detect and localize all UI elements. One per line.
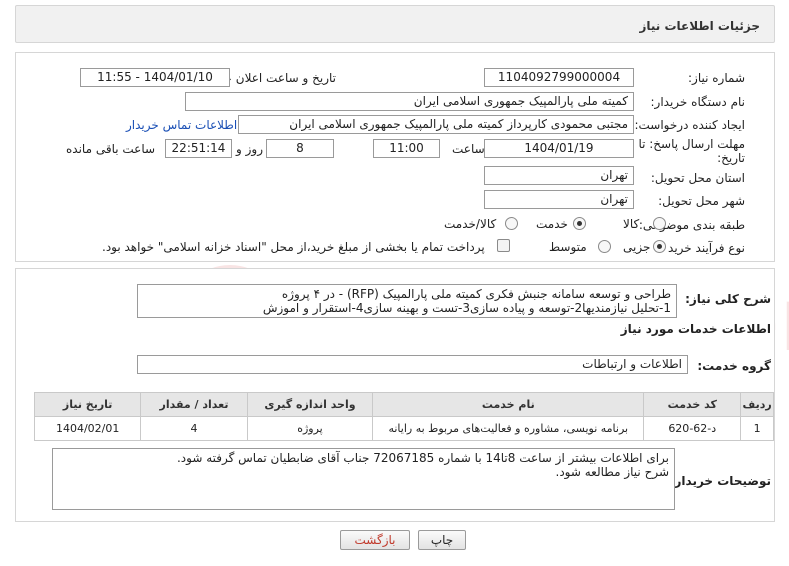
col-service-name: نام خدمت (372, 392, 645, 417)
cell-service-code: د-62-620 (643, 416, 742, 441)
summary-label: شرح کلی نیاز: (685, 292, 771, 306)
category-option-goods: کالا (623, 217, 640, 231)
days-label: روز و (236, 142, 263, 156)
col-need-date: تاریخ نیاز (33, 392, 142, 417)
remaining-label: ساعت باقی مانده (66, 142, 156, 156)
services-heading: اطلاعات خدمات مورد نیاز (620, 322, 771, 336)
col-quantity: تعداد / مقدار (140, 392, 248, 417)
treasury-payment-checkbox[interactable] (497, 239, 510, 252)
process-option-minor: جزیی (623, 240, 651, 254)
buyer-notes-line-1: برای اطلاعات بیشتر از ساعت 8تا14 با شمار… (176, 451, 669, 465)
city-label: شهر محل تحویل: (658, 194, 745, 208)
remaining-time-field: 22:51:14 (165, 139, 232, 158)
buyer-contact-link[interactable]: اطلاعات تماس خریدار (126, 118, 237, 132)
buyer-org-label: نام دستگاه خریدار: (650, 95, 746, 109)
buyer-notes-textarea: برای اطلاعات بیشتر از ساعت 8تا14 با شمار… (52, 448, 675, 510)
cell-unit: پروژه (246, 416, 374, 441)
cell-row-number: 1 (740, 416, 774, 441)
table-row: 1 د-62-620 برنامه نویسی، مشاوره و فعالیت… (33, 416, 774, 441)
need-number-field: 1104092799000004 (484, 68, 634, 87)
process-radio-medium[interactable] (598, 240, 611, 253)
page-title: جزئیات اطلاعات نیاز (639, 19, 760, 33)
buyer-notes-label: توضیحات خریدار: (669, 474, 771, 488)
summary-textarea: طراحی و توسعه سامانه جنبش فکری کمیته ملی… (137, 284, 677, 318)
cell-quantity: 4 (140, 416, 248, 441)
payment-note: پرداخت تمام یا بخشی از مبلغ خرید،از محل … (102, 240, 485, 254)
back-button[interactable]: بازگشت (340, 530, 410, 550)
col-unit: واحد اندازه گیری (246, 392, 374, 417)
process-option-medium: متوسط (549, 240, 587, 254)
deadline-date-field: 1404/01/19 (484, 139, 634, 158)
service-group-label: گروه خدمت: (697, 359, 771, 373)
category-radio-goods-service[interactable] (505, 217, 518, 230)
category-option-goods-service: کالا/خدمت (444, 217, 497, 231)
cell-need-date: 1404/02/01 (33, 416, 142, 441)
days-field: 8 (266, 139, 334, 158)
buyer-org-field: کمیته ملی پارالمپیک جمهوری اسلامی ایران (185, 92, 634, 111)
summary-line-2: 1-تحلیل نیازمندیها2-توسعه و پیاده سازی3-… (262, 301, 671, 315)
print-button[interactable]: چاپ (418, 530, 466, 550)
process-radio-minor[interactable] (653, 240, 666, 253)
deadline-label: مهلت ارسال پاسخ: تا (638, 137, 745, 151)
category-option-service: خدمت (536, 217, 568, 231)
deadline-label-line2: تاریخ: (717, 151, 745, 165)
header-panel: جزئیات اطلاعات نیاز (15, 5, 775, 43)
table-header-row: ردیف کد خدمت نام خدمت واحد اندازه گیری ت… (33, 392, 774, 417)
time-label: ساعت (452, 142, 485, 156)
process-label: نوع فرآیند خرید : (660, 241, 745, 255)
requester-field: مجتبی محمودی کارپرداز کمیته ملی پارالمپی… (238, 115, 634, 134)
cell-service-name: برنامه نویسی، مشاوره و فعالیت‌های مربوط … (372, 416, 645, 441)
buyer-notes-line-2: شرح نیاز مطالعه شود. (555, 465, 670, 479)
deadline-time-field: 11:00 (373, 139, 440, 158)
service-group-field: اطلاعات و ارتباطات (137, 355, 688, 374)
province-field: تهران (484, 166, 634, 185)
requester-label: ایجاد کننده درخواست: (634, 118, 745, 132)
city-field: تهران (484, 190, 634, 209)
need-number-label: شماره نیاز: (688, 71, 745, 85)
province-label: استان محل تحویل: (650, 171, 745, 185)
summary-line-1: طراحی و توسعه سامانه جنبش فکری کمیته ملی… (281, 287, 671, 301)
category-radio-goods[interactable] (653, 217, 666, 230)
col-row-number: ردیف (740, 392, 774, 417)
services-table: ردیف کد خدمت نام خدمت واحد اندازه گیری ت… (33, 392, 774, 441)
announce-datetime-field: 1404/01/10 - 11:55 (80, 68, 230, 87)
category-radio-service[interactable] (573, 217, 586, 230)
col-service-code: کد خدمت (643, 392, 742, 417)
